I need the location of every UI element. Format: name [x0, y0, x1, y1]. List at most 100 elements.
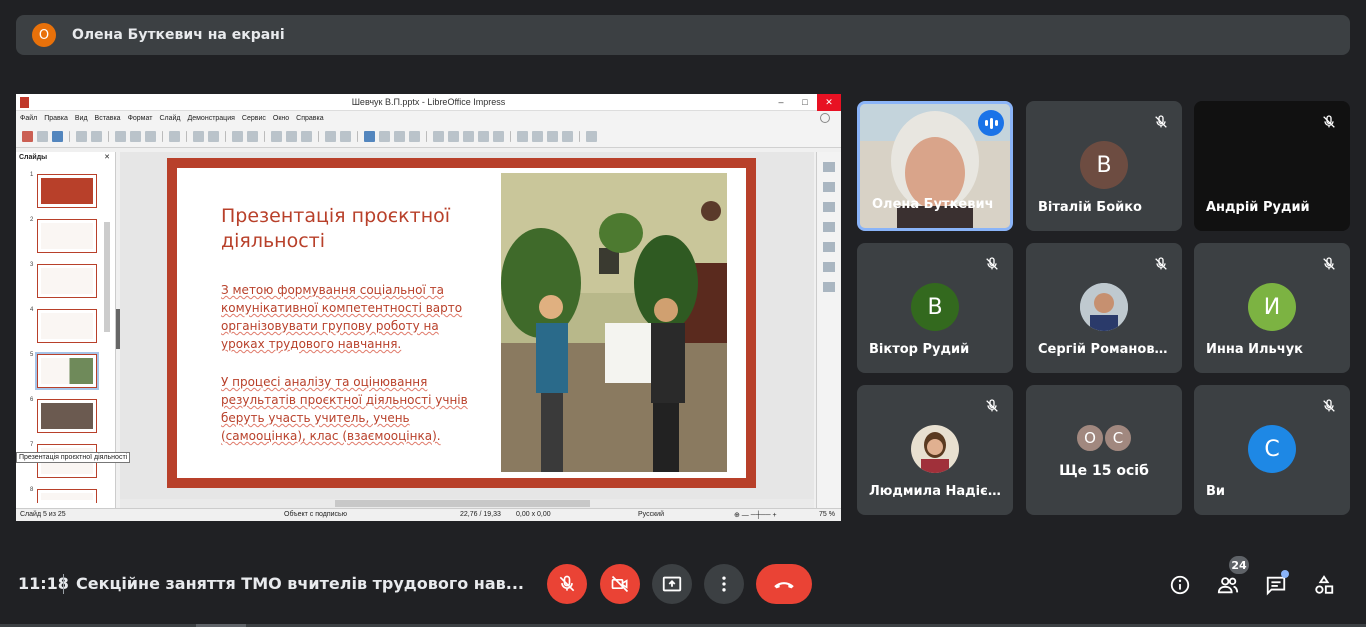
grid-icon[interactable] [271, 131, 282, 142]
slide-thumbnail-1[interactable] [37, 174, 97, 208]
slide-thumbnail-6[interactable] [37, 399, 97, 433]
menu-view[interactable]: Вид [75, 115, 88, 122]
menu-slideshow[interactable]: Демонстрация [187, 115, 234, 122]
open-icon[interactable] [37, 131, 48, 142]
unread-dot [1281, 570, 1289, 578]
maximize-button[interactable]: □ [793, 94, 817, 111]
redo-icon[interactable] [208, 131, 219, 142]
align-icon[interactable] [547, 131, 558, 142]
save-icon[interactable] [52, 131, 63, 142]
present-screen-button[interactable] [652, 564, 692, 604]
transformations-icon[interactable] [493, 131, 504, 142]
presenter-avatar: О [32, 23, 56, 47]
menu-edit[interactable]: Правка [44, 115, 68, 122]
speaking-indicator-icon [978, 110, 1004, 136]
participant-tile-inna[interactable]: И Инна Ильчук [1194, 243, 1350, 373]
slides-pane-close-icon[interactable]: ✕ [104, 152, 110, 164]
chart-icon[interactable] [394, 131, 405, 142]
spelling-icon[interactable] [247, 131, 258, 142]
media-icon[interactable] [409, 131, 420, 142]
styles-icon[interactable] [823, 242, 835, 252]
delete-icon[interactable] [562, 131, 573, 142]
participant-name: Ви [1206, 484, 1226, 499]
animation-icon[interactable] [823, 202, 835, 212]
menu-format[interactable]: Формат [128, 115, 153, 122]
close-document-icon[interactable] [820, 113, 830, 123]
display-views-icon[interactable] [286, 131, 297, 142]
hyperlink-icon[interactable] [478, 131, 489, 142]
close-window-button[interactable]: ✕ [817, 94, 841, 111]
cut-icon[interactable] [115, 131, 126, 142]
status-language[interactable]: Русский [638, 511, 664, 518]
mic-off-icon [1318, 111, 1340, 133]
meeting-details-button[interactable] [1168, 573, 1192, 597]
new-icon[interactable] [22, 131, 33, 142]
paste-icon[interactable] [145, 131, 156, 142]
participant-tile-olena[interactable]: Олена Буткевич [857, 101, 1013, 231]
slides-pane-scrollbar[interactable] [104, 222, 110, 332]
menu-slide[interactable]: Слайд [159, 115, 180, 122]
menu-tools[interactable]: Сервис [242, 115, 266, 122]
participant-name: Віталій Бойко [1038, 200, 1142, 215]
activities-button[interactable] [1312, 573, 1336, 597]
participant-tile-vitaliy[interactable]: В Віталій Бойко [1026, 101, 1182, 231]
horizontal-scrollbar[interactable] [120, 499, 814, 508]
slide-thumbnail-5[interactable] [35, 352, 99, 390]
standard-toolbar [16, 126, 841, 148]
participant-tile-self[interactable]: С Ви [1194, 385, 1350, 515]
meeting-title: Секційне заняття ТМО вчителів трудового … [76, 574, 524, 593]
presenter-banner: О Олена Буткевич на екрані [16, 15, 1350, 55]
start-current-slide-icon[interactable] [340, 131, 351, 142]
menu-file[interactable]: Файл [20, 115, 37, 122]
master-slide-icon[interactable] [301, 131, 312, 142]
arrange-icon[interactable] [532, 131, 543, 142]
avatar: С [1248, 425, 1296, 473]
more-options-button[interactable] [704, 564, 744, 604]
people-button[interactable] [1216, 573, 1240, 597]
toggle-mic-button[interactable] [547, 564, 587, 604]
participant-tile-serhiy[interactable]: Сергій Романовс... [1026, 243, 1182, 373]
menu-insert[interactable]: Вставка [95, 115, 121, 122]
shadow-icon[interactable] [586, 131, 597, 142]
undo-icon[interactable] [193, 131, 204, 142]
sidebar-deck [816, 152, 841, 508]
image-icon[interactable] [379, 131, 390, 142]
toggle-camera-button[interactable] [600, 564, 640, 604]
leave-call-button[interactable] [756, 564, 812, 604]
window-title: Шевчук В.П.pptx - LibreOffice Impress [351, 97, 506, 107]
gallery-icon[interactable] [823, 262, 835, 272]
zoom-slider[interactable]: ⊕ ― ─┼── + [734, 511, 777, 519]
more-participants-tile[interactable]: О С Ще 15 осіб [1026, 385, 1182, 515]
slide-thumbnail-2[interactable] [37, 219, 97, 253]
shapes-icon[interactable] [517, 131, 528, 142]
slide-thumbnail-4[interactable] [37, 309, 97, 343]
slide-transition-icon[interactable] [823, 182, 835, 192]
participant-tile-lyudmyla[interactable]: Людмила Надієв... [857, 385, 1013, 515]
master-slides-icon[interactable] [823, 222, 835, 232]
table-icon[interactable] [364, 131, 375, 142]
status-slide: Слайд 5 из 25 [20, 511, 66, 518]
more-vert-icon [722, 576, 726, 592]
clone-formatting-icon[interactable] [169, 131, 180, 142]
export-pdf-icon[interactable] [76, 131, 87, 142]
start-first-slide-icon[interactable] [325, 131, 336, 142]
properties-icon[interactable] [823, 162, 835, 172]
minimize-button[interactable]: – [769, 94, 793, 111]
people-icon [1217, 577, 1239, 594]
find-icon[interactable] [232, 131, 243, 142]
fontwork-icon[interactable] [463, 131, 474, 142]
menu-help[interactable]: Справка [296, 115, 323, 122]
slide-thumbnail-8[interactable] [37, 489, 97, 503]
slide-thumbnail-3[interactable] [37, 264, 97, 298]
current-slide[interactable]: Презентація проєктної діяльності З метою… [167, 158, 756, 488]
navigator-icon[interactable] [823, 282, 835, 292]
print-icon[interactable] [91, 131, 102, 142]
divider [63, 574, 64, 594]
participant-tile-viktor[interactable]: В Віктор Рудий [857, 243, 1013, 373]
participant-tile-andriy[interactable]: Андрій Рудий [1194, 101, 1350, 231]
copy-icon[interactable] [130, 131, 141, 142]
menu-window[interactable]: Окно [273, 115, 289, 122]
text-box-icon[interactable] [433, 131, 444, 142]
status-zoom[interactable]: 75 % [819, 511, 835, 518]
special-character-icon[interactable] [448, 131, 459, 142]
